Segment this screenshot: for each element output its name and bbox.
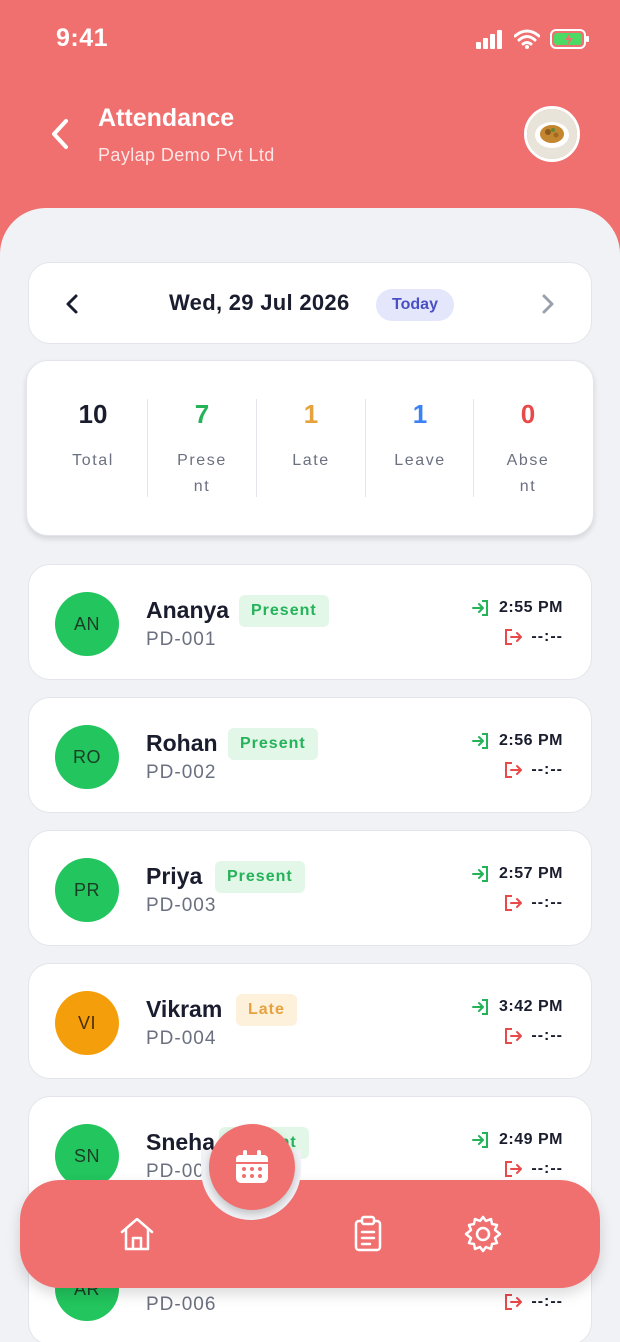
company-name: Paylap Demo Pvt Ltd [98,145,275,165]
calendar-fab-button[interactable] [209,1124,295,1210]
employee-name: Rohan [146,730,218,756]
status-time: 9:41 [56,24,109,52]
check-in-time: 2:49 PM [499,1131,563,1148]
check-out-time: --:-- [531,1293,563,1310]
battery-icon [550,29,589,49]
summary-label: Late [292,452,330,469]
chevron-left-icon [52,119,68,149]
summary-value: 1 [412,399,428,429]
check-out-icon [505,1028,523,1044]
status-badge: Present [228,728,318,760]
summary-value: 1 [303,399,319,429]
summary-present: 7 Prese nt [148,399,256,500]
employee-name: Priya [146,863,203,889]
nav-settings[interactable] [461,1212,505,1256]
check-in-icon [472,999,489,1015]
status-bar: 9:41 [0,0,620,80]
chevron-left-icon [66,294,78,314]
next-day-button[interactable] [533,289,563,319]
bottom-nav [20,1180,600,1288]
calendar-icon [236,1150,268,1183]
selected-date: Wed, 29 Jul 2026 [169,290,350,315]
employee-id: PD-001 [146,629,217,650]
check-in-icon [472,1132,489,1148]
status-badge: Late [236,994,297,1026]
check-out-time: --:-- [531,894,563,911]
summary-total: 10 Total [39,399,147,474]
employee-avatar: VI [55,991,119,1055]
summary-late: 1 Late [257,399,365,474]
check-out: --:-- [503,1292,563,1312]
food-image-icon [527,109,577,159]
summary-label: Leave [394,452,446,469]
status-badge: Present [215,861,305,893]
summary-value: 0 [520,399,536,429]
attendance-summary: 10 Total 7 Prese nt 1 Late 1 Leave 0 Abs… [26,360,594,536]
check-in-icon [472,866,489,882]
check-out: --:-- [503,760,563,780]
check-out: --:-- [503,1159,563,1179]
chevron-right-icon [542,294,554,314]
check-out: --:-- [503,893,563,913]
employee-avatar: AN [55,592,119,656]
gear-icon [464,1215,502,1253]
check-in-icon [472,733,489,749]
employee-name: Ananya [146,597,230,623]
summary-leave: 1 Leave [366,399,474,474]
check-in-icon [472,600,489,616]
signal-icon [476,30,502,49]
employee-id: PD-006 [146,1294,217,1315]
today-button[interactable]: Today [376,289,454,321]
check-in-time: 2:56 PM [499,732,563,749]
employee-id: PD-002 [146,762,217,783]
status-icons [476,28,590,50]
nav-home[interactable] [115,1212,159,1256]
check-in: 2:49 PM [471,1130,563,1150]
summary-value: 10 [78,399,108,429]
nav-reports[interactable] [346,1212,390,1256]
summary-absent: 0 Abse nt [474,399,582,500]
check-in-time: 3:42 PM [499,998,563,1015]
employee-card[interactable]: VI Vikram Late PD-004 3:42 PM --:-- [28,963,592,1079]
status-badge: Present [239,595,329,627]
wifi-icon [514,29,540,49]
employee-id: PD-003 [146,895,217,916]
check-out: --:-- [503,627,563,647]
check-in-time: 2:55 PM [499,599,563,616]
employee-card[interactable]: PR Priya Present PD-003 2:57 PM --:-- [28,830,592,946]
back-button[interactable] [44,114,76,154]
employee-avatar: SN [55,1124,119,1188]
summary-label: Prese nt [177,452,227,495]
summary-label: Abse nt [506,452,550,495]
check-out-time: --:-- [531,761,563,778]
check-in: 2:55 PM [471,598,563,618]
employee-avatar: RO [55,725,119,789]
summary-label: Total [72,452,114,469]
previous-day-button[interactable] [57,289,87,319]
employee-card[interactable]: AN Ananya Present PD-001 2:55 PM --:-- [28,564,592,680]
home-icon [120,1217,154,1251]
employee-card[interactable]: RO Rohan Present PD-002 2:56 PM --:-- [28,697,592,813]
check-out-icon [505,1161,523,1177]
check-out-icon [505,1294,523,1310]
check-out: --:-- [503,1026,563,1046]
check-in-time: 2:57 PM [499,865,563,882]
employee-id: PD-004 [146,1028,217,1049]
check-out-time: --:-- [531,1027,563,1044]
check-in: 3:42 PM [471,997,563,1017]
check-in: 2:56 PM [471,731,563,751]
check-out-icon [505,762,523,778]
summary-value: 7 [194,399,210,429]
company-avatar[interactable] [524,106,580,162]
employee-avatar: PR [55,858,119,922]
check-in: 2:57 PM [471,864,563,884]
check-out-time: --:-- [531,1160,563,1177]
check-out-time: --:-- [531,628,563,645]
date-navigator: Wed, 29 Jul 2026 Today [28,262,592,344]
employee-name: Vikram [146,996,223,1022]
check-out-icon [505,629,523,645]
check-out-icon [505,895,523,911]
clipboard-icon [354,1215,382,1252]
page-title: Attendance [98,104,235,132]
